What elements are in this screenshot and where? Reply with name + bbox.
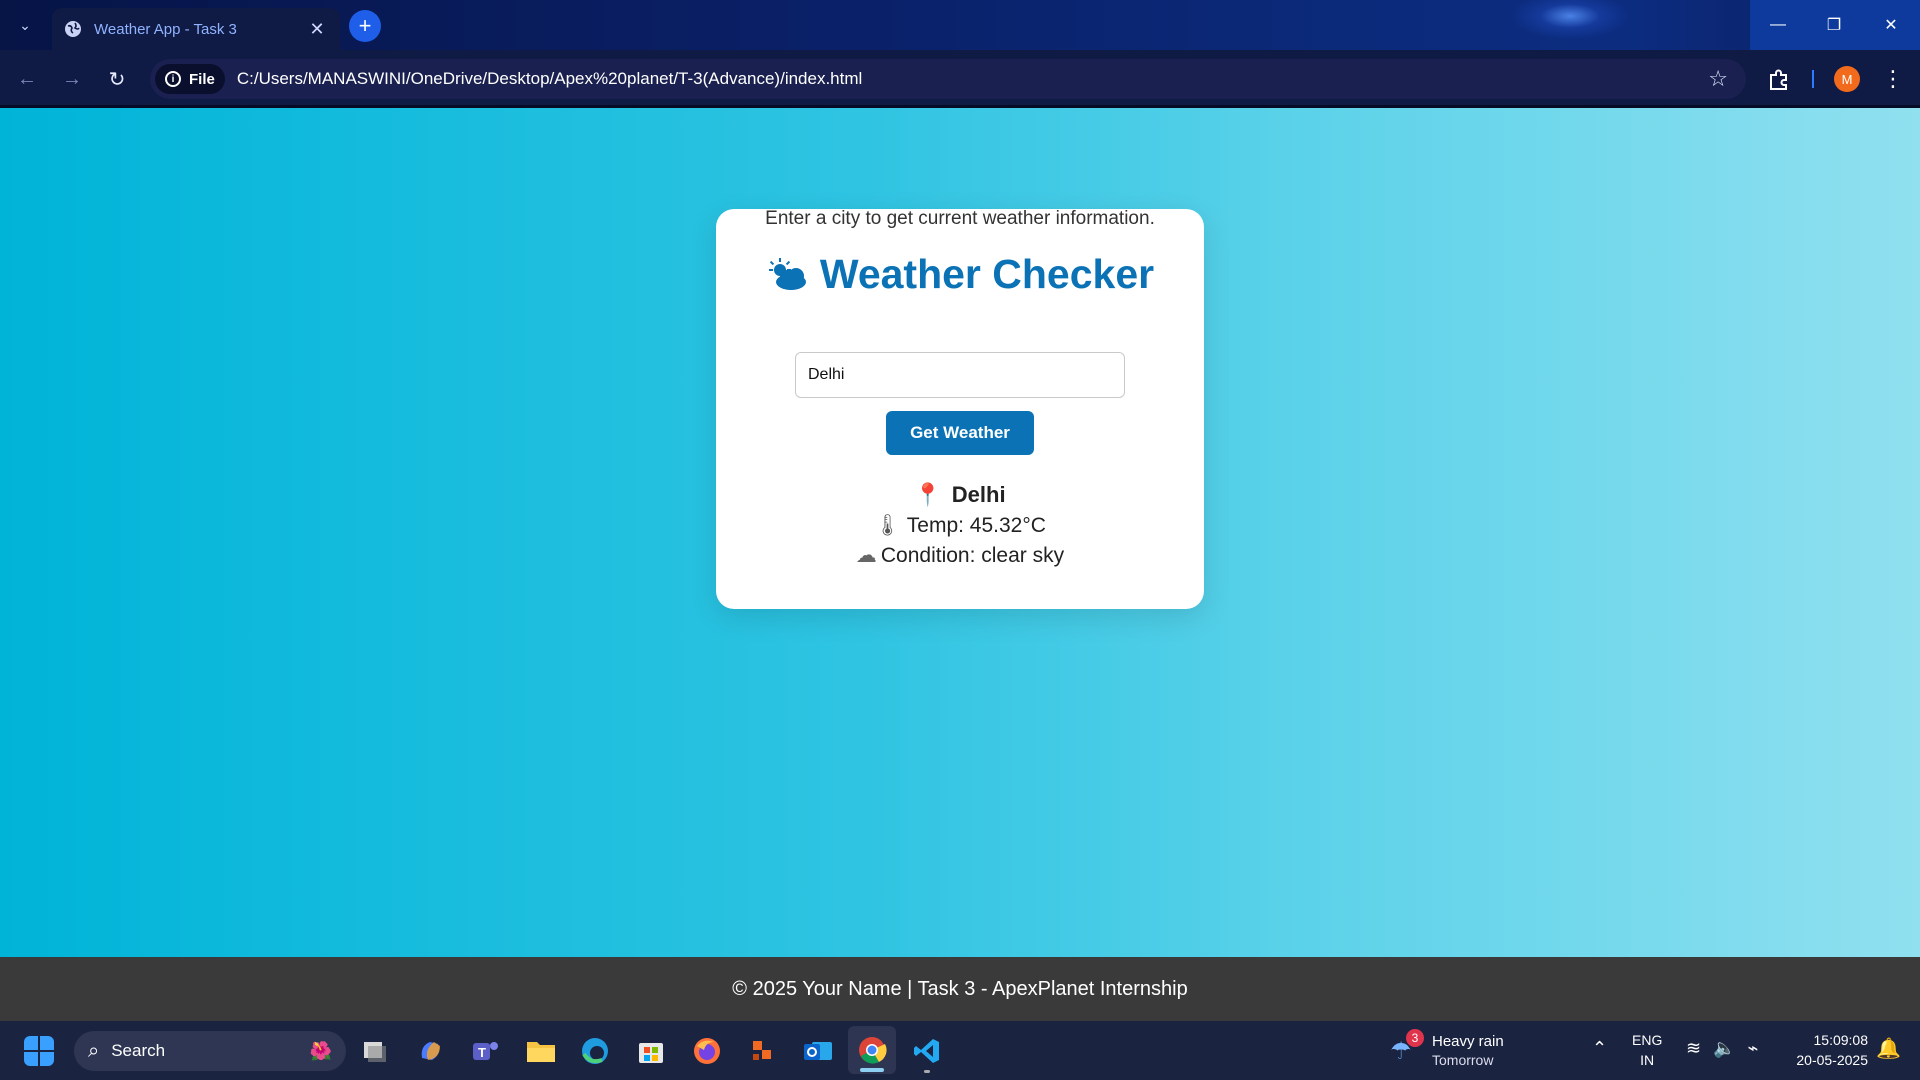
browser-titlebar: ⌄ Weather App - Task 3 ✕ + — ❐ ✕ xyxy=(0,0,1920,50)
result-city-name: Delhi xyxy=(951,482,1006,507)
tab-search-chevron-icon[interactable]: ⌄ xyxy=(12,12,38,38)
weather-badge: 3 xyxy=(1406,1028,1424,1047)
search-icon: ⌕ xyxy=(88,1039,100,1062)
taskbar-search[interactable]: ⌕ Search 🌺 xyxy=(74,1031,346,1071)
svg-text:T: T xyxy=(478,1045,486,1060)
site-info-chip[interactable]: i File xyxy=(155,64,225,94)
wifi-icon[interactable]: ≋ xyxy=(1686,1038,1701,1059)
new-tab-button[interactable]: + xyxy=(349,10,381,42)
vscode-icon[interactable] xyxy=(912,1036,942,1066)
get-weather-button[interactable]: Get Weather xyxy=(886,411,1034,455)
tab-close-icon[interactable]: ✕ xyxy=(306,19,328,40)
volume-icon[interactable]: 🔈 xyxy=(1713,1038,1735,1059)
browser-tab-active[interactable]: Weather App - Task 3 ✕ xyxy=(52,8,340,50)
result-temp-text: Temp: 45.32°C xyxy=(906,514,1046,537)
city-input[interactable] xyxy=(795,352,1125,398)
taskbar-search-label: Search xyxy=(111,1041,166,1060)
lang-line2: IN xyxy=(1640,1052,1655,1068)
language-indicator[interactable]: ENG IN xyxy=(1632,1030,1662,1070)
tab-title: Weather App - Task 3 xyxy=(94,20,237,38)
page-footer: © 2025 Your Name | Task 3 - ApexPlanet I… xyxy=(0,957,1920,1021)
taskbar-clock[interactable]: 15:09:08 20-05-2025 xyxy=(1782,1030,1868,1070)
bookmark-star-icon[interactable]: ☆ xyxy=(1708,66,1728,92)
result-condition-text: Condition: clear sky xyxy=(880,544,1065,567)
cloud-icon: ☁ xyxy=(855,544,877,567)
show-hidden-icons-chevron-icon[interactable]: ⌃ xyxy=(1592,1038,1607,1059)
clock-time: 15:09:08 xyxy=(1813,1032,1869,1048)
browser-toolbar: ← → ↻ i File C:/Users/MANASWINI/OneDrive… xyxy=(0,50,1920,108)
chrome-active-indicator xyxy=(860,1068,884,1072)
outlook-icon[interactable] xyxy=(802,1036,834,1066)
file-chip-label: File xyxy=(189,70,215,88)
pin-icon: 📍 xyxy=(914,482,942,507)
task-view-icon[interactable] xyxy=(360,1036,390,1066)
back-arrow-icon[interactable]: ← xyxy=(12,64,42,94)
result-temp: 🌡 Temp: 45.32°C xyxy=(716,514,1204,538)
vscode-running-indicator xyxy=(924,1070,930,1073)
forward-arrow-icon[interactable]: → xyxy=(57,64,87,94)
lang-line1: ENG xyxy=(1632,1032,1663,1048)
title-text: Weather Checker xyxy=(819,251,1155,297)
copilot-icon[interactable] xyxy=(416,1036,446,1066)
clock-date: 20-05-2025 xyxy=(1796,1052,1868,1068)
subtitle-text: Enter a city to get current weather info… xyxy=(765,208,1155,229)
windows-start-icon[interactable] xyxy=(24,1036,54,1066)
file-explorer-icon[interactable] xyxy=(525,1036,557,1066)
firefox-icon[interactable] xyxy=(692,1036,722,1066)
extensions-puzzle-icon[interactable] xyxy=(1766,66,1792,92)
microsoft-store-icon[interactable] xyxy=(636,1036,666,1066)
result-condition: ☁ Condition: clear sky xyxy=(716,543,1204,568)
address-bar[interactable]: i File C:/Users/MANASWINI/OneDrive/Deskt… xyxy=(150,59,1746,99)
battery-charging-icon[interactable]: ⌁ xyxy=(1748,1038,1759,1059)
window-restore-button[interactable]: ❐ xyxy=(1806,0,1862,50)
reload-icon[interactable]: ↻ xyxy=(102,64,132,94)
thermometer-icon: 🌡 xyxy=(874,514,901,537)
chrome-icon[interactable] xyxy=(857,1035,887,1065)
weather-sub-text: Tomorrow xyxy=(1432,1052,1494,1068)
toolbar-divider xyxy=(1812,70,1814,88)
weather-main-text: Heavy rain xyxy=(1432,1033,1504,1050)
edge-icon[interactable] xyxy=(580,1036,610,1066)
page-title: Weather Checker xyxy=(716,251,1204,298)
office-app-icon[interactable] xyxy=(748,1036,778,1066)
profile-avatar[interactable]: M xyxy=(1834,66,1860,92)
window-minimize-button[interactable]: — xyxy=(1750,0,1806,50)
teams-icon[interactable]: T xyxy=(470,1036,500,1066)
globe-icon xyxy=(65,21,81,37)
taskbar-weather-widget[interactable]: ☂ 3 Heavy rain Tomorrow xyxy=(1390,1027,1504,1075)
search-highlight-icon: 🌺 xyxy=(309,1040,332,1061)
umbrella-rain-icon: ☂ 3 xyxy=(1390,1028,1424,1066)
notification-bell-icon[interactable]: 🔔 xyxy=(1876,1036,1901,1061)
system-tray-icons[interactable]: ≋ 🔈 ⌁ xyxy=(1686,1038,1758,1059)
result-city: 📍 Delhi xyxy=(716,482,1204,508)
window-close-button[interactable]: ✕ xyxy=(1862,0,1920,50)
sun-cloud-icon xyxy=(768,257,806,290)
info-icon: i xyxy=(165,71,181,87)
browser-menu-icon[interactable]: ⋮ xyxy=(1880,64,1906,94)
url-text[interactable]: C:/Users/MANASWINI/OneDrive/Desktop/Apex… xyxy=(237,69,1708,89)
